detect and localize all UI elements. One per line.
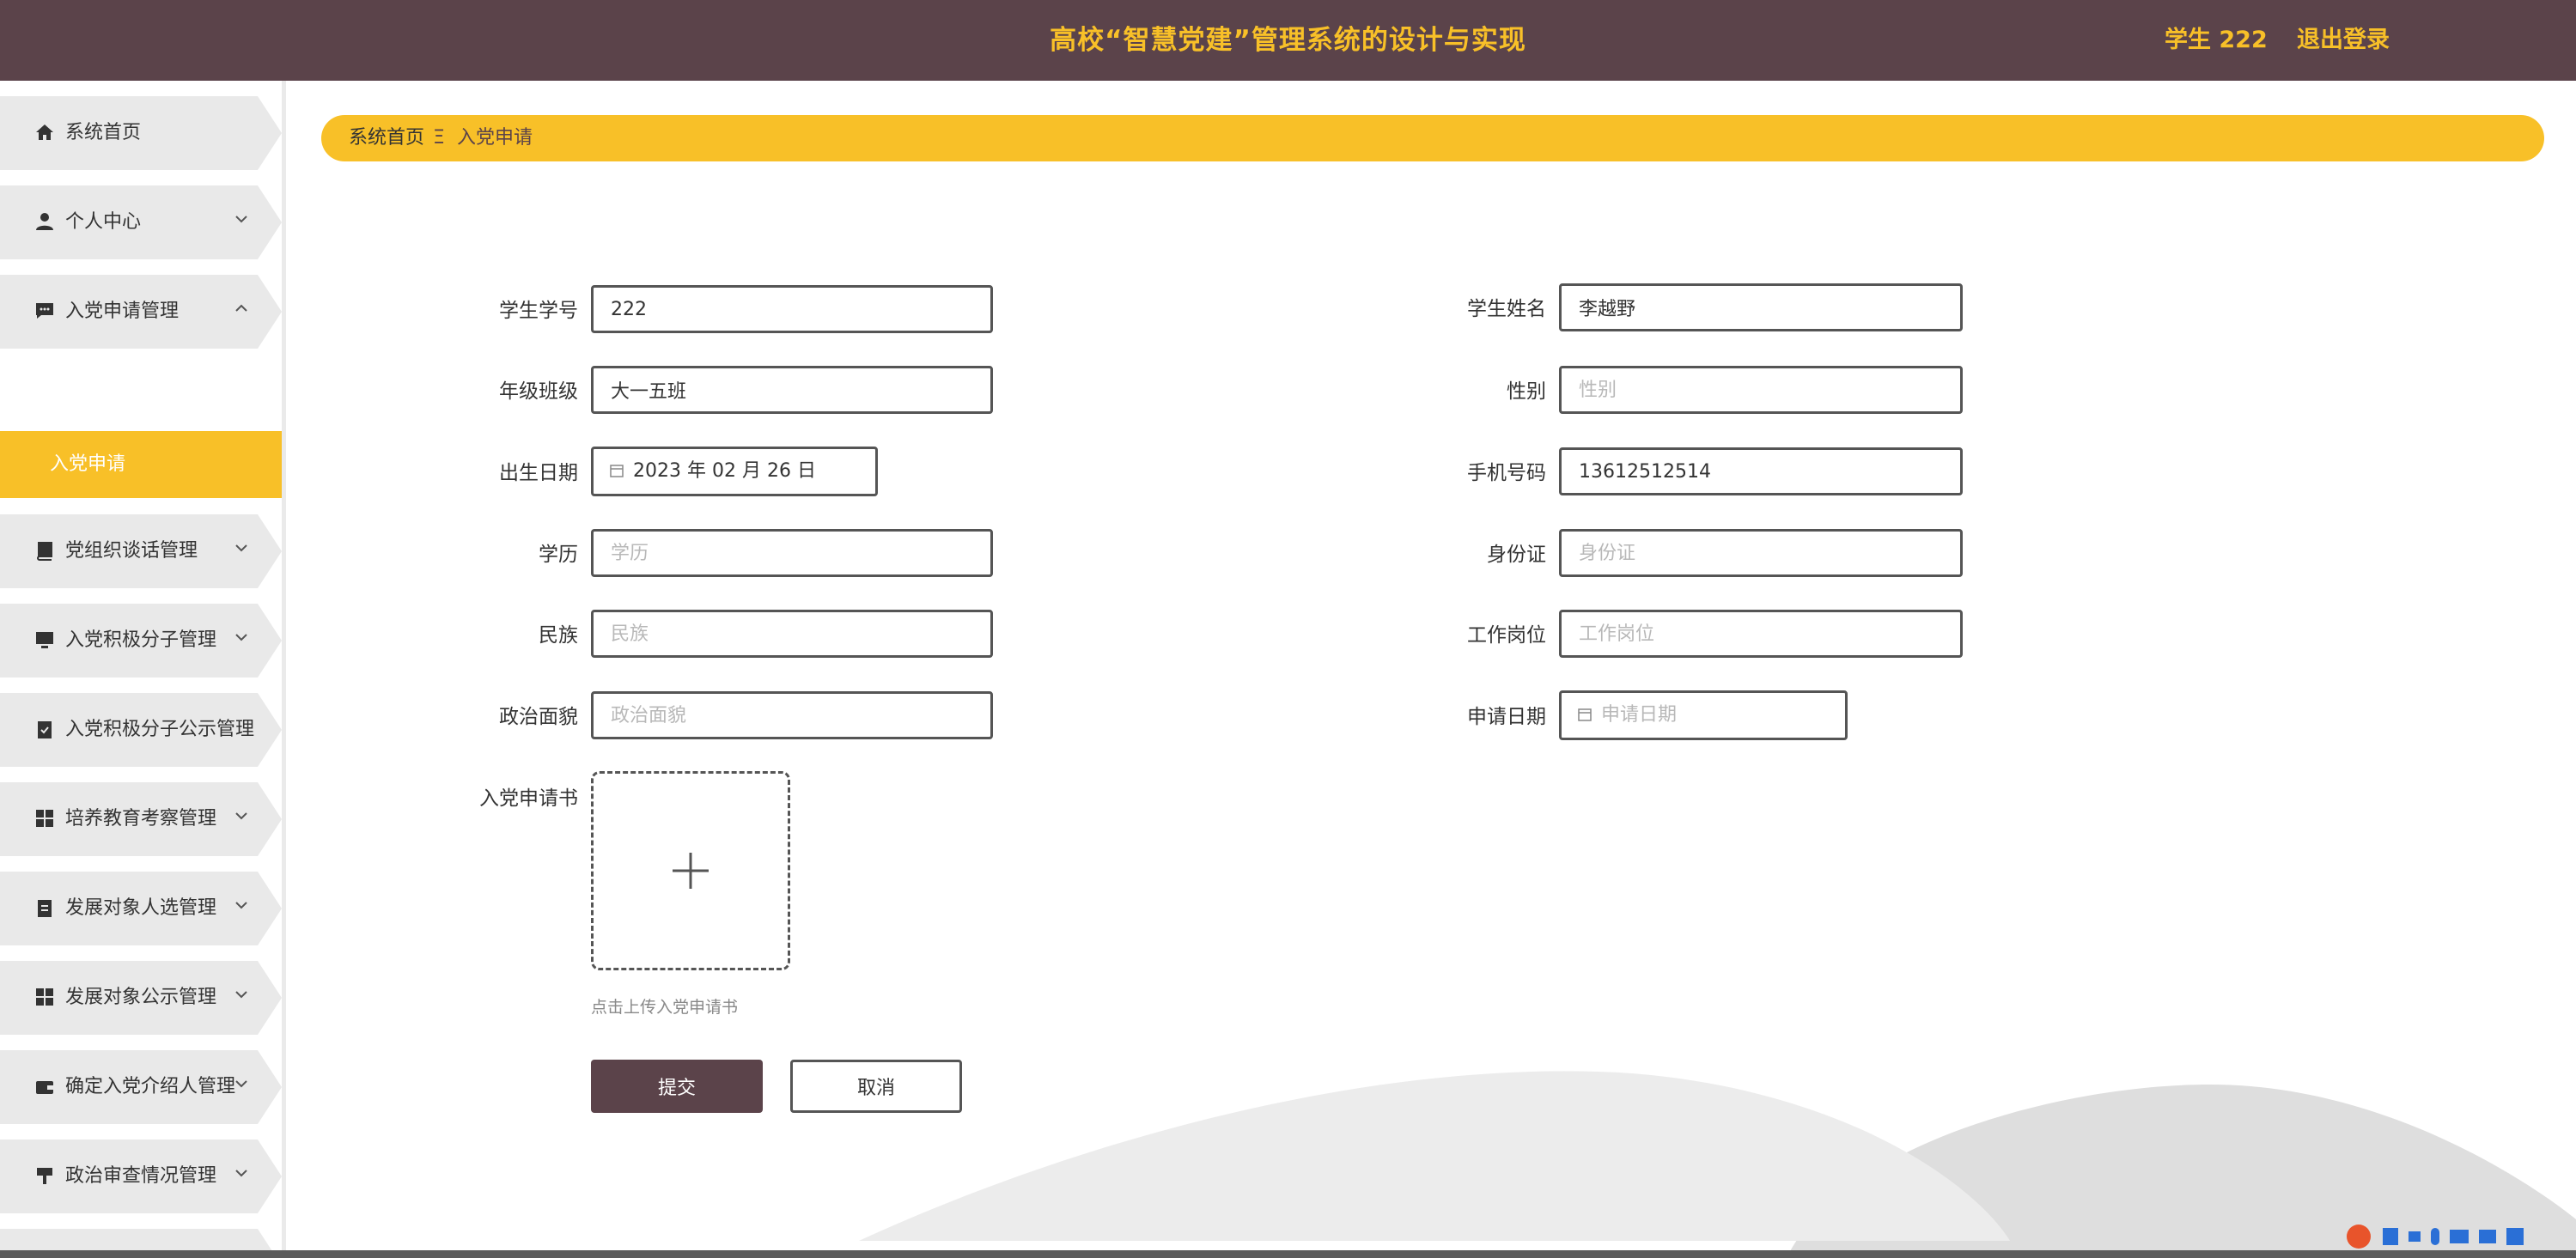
sidebar-item-label: 培养教育考察管理 [65,808,217,830]
wallet-icon [36,1081,53,1094]
calendar-icon [1578,708,1592,721]
application-upload[interactable] [591,771,790,970]
ethnicity-label: 民族 [539,624,578,647]
sidebar-item-label: 发展对象人选管理 [65,897,217,919]
student-name-label: 学生姓名 [1467,298,1546,320]
chevron-down-icon [235,544,247,552]
sidebar-item-candidate-publicity[interactable]: 发展对象公示管理 [0,961,282,1035]
id-card-input[interactable] [1559,529,1963,577]
sidebar-item-label: 党组织谈话管理 [65,540,198,562]
ime-toolbar[interactable] [2342,1223,2576,1250]
sidebar-item-activist-publicity[interactable]: 入党积极分子公示管理 [0,693,282,767]
sidebar-item-label: 政治审查情况管理 [65,1165,217,1187]
student-no-input[interactable] [591,285,993,333]
sidebar-item-personal-center[interactable]: 个人中心 [0,185,282,259]
class-input[interactable] [591,366,993,414]
education-label: 学历 [539,544,578,566]
sidebar-divider [282,81,286,1258]
monitor-icon [36,632,53,648]
sidebar-item-education-review[interactable]: 培养教育考察管理 [0,782,282,856]
apply-date-label: 申请日期 [1467,706,1546,728]
logout-link[interactable]: 退出登录 [2297,0,2390,81]
apply-date-placeholder: 申请日期 [1601,704,1678,726]
sidebar-subitem-application[interactable]: 入党申请 [0,431,282,498]
top-header: 高校“智慧党建”管理系统的设计与实现 学生 222 退出登录 [0,0,2576,81]
chat-icon [36,303,53,319]
calendar-icon [610,465,624,477]
stamp-icon [37,1168,52,1184]
education-input[interactable] [591,529,993,577]
sidebar-item-label: 确定入党介绍人管理 [65,1076,236,1097]
grid-icon [36,810,53,827]
chevron-down-icon [235,216,247,223]
phone-input[interactable] [1559,447,1963,495]
position-label: 工作岗位 [1467,624,1546,647]
chevron-down-icon [235,812,247,820]
clipboard-icon [38,900,52,917]
position-input[interactable] [1559,610,1963,658]
breadcrumb: 系统首页 Ξ 入党申请 [321,115,2544,161]
application-label: 入党申请书 [479,787,578,810]
breadcrumb-separator: Ξ [433,127,445,149]
sidebar: 系统首页 个人中心 入党申请管理 入党申请 党组织谈话管理 入党积极分子管理 入… [0,81,282,1258]
sidebar-item-candidate-selection[interactable]: 发展对象人选管理 [0,872,282,945]
chevron-down-icon [235,1080,247,1088]
upload-hint: 点击上传入党申请书 [591,998,739,1017]
apply-date-picker[interactable]: 申请日期 [1559,690,1848,740]
user-icon [36,213,53,230]
clipboard-check-icon [38,721,52,738]
chevron-down-icon [235,991,247,999]
student-name-input[interactable] [1559,283,1963,331]
sidebar-item-label: 发展对象公示管理 [65,987,217,1008]
gender-input[interactable] [1559,366,1963,414]
sidebar-item-label: 系统首页 [65,122,142,143]
plus-icon [673,853,709,889]
birth-date-picker[interactable]: 2023 年 02 月 26 日 [591,447,878,496]
student-no-label: 学生学号 [499,300,578,322]
chevron-down-icon [235,902,247,909]
book-icon [37,542,52,561]
phone-label: 手机号码 [1467,462,1546,484]
cancel-button[interactable]: 取消 [790,1060,962,1113]
sidebar-item-label: 入党申请管理 [65,301,180,322]
birth-date-value: 2023 年 02 月 26 日 [633,460,816,482]
background-hills [859,1071,2576,1258]
home-icon [36,125,53,140]
breadcrumb-home[interactable]: 系统首页 [349,115,424,161]
current-user: 学生 222 [2165,27,2268,53]
chevron-down-icon [235,1170,247,1177]
political-label: 政治面貌 [499,706,578,728]
political-input[interactable] [591,691,993,739]
grid-icon [36,988,53,1006]
sidebar-item-label: 个人中心 [65,211,142,233]
chevron-up-icon [235,304,247,312]
breadcrumb-current: 入党申请 [457,127,533,149]
birth-date-label: 出生日期 [499,462,578,484]
id-card-label: 身份证 [1487,544,1546,566]
submit-button[interactable]: 提交 [591,1060,763,1113]
gender-label: 性别 [1507,380,1546,403]
sidebar-item-label: 入党积极分子公示管理 [65,719,255,740]
sidebar-item-political-review[interactable]: 政治审查情况管理 [0,1139,282,1213]
chevron-down-icon [235,634,247,641]
sidebar-item-label: 入党积极分子管理 [65,629,217,651]
sidebar-item-application-management[interactable]: 入党申请管理 [0,275,282,349]
sidebar-item-introducer[interactable]: 确定入党介绍人管理 [0,1050,282,1124]
sidebar-item-talk-management[interactable]: 党组织谈话管理 [0,514,282,588]
sidebar-item-activist-management[interactable]: 入党积极分子管理 [0,604,282,678]
ethnicity-input[interactable] [591,610,993,658]
sidebar-item-home[interactable]: 系统首页 [0,96,282,170]
sidebar-subitem-label: 入党申请 [50,453,126,475]
bottom-scrollbar [0,1250,2576,1258]
class-label: 年级班级 [499,380,578,403]
